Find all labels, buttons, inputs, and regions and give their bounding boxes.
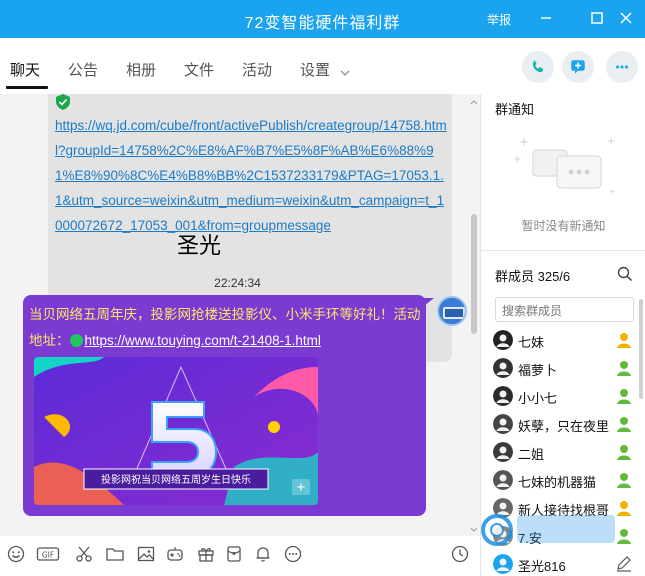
scroll-thumb[interactable] bbox=[471, 214, 477, 334]
tab-chat[interactable]: 聊天 bbox=[10, 59, 40, 80]
svg-text:+: + bbox=[607, 136, 615, 147]
banner-caption: 投影网祝当贝网络五周岁生日快乐 bbox=[101, 473, 251, 486]
tab-settings[interactable]: 设置 bbox=[300, 59, 350, 80]
scissors-icon[interactable] bbox=[74, 544, 94, 564]
member-search-input[interactable]: 搜索群成员 bbox=[495, 297, 634, 322]
member-level-icon bbox=[614, 470, 634, 490]
tab-announcement[interactable]: 公告 bbox=[68, 59, 98, 80]
group-side-panel: 群通知 + + + + 暂时没有新通知 群成员 325/6 搜索群成员 七妹福萝… bbox=[480, 94, 645, 576]
member-avatar bbox=[493, 554, 513, 574]
svg-text:+: + bbox=[296, 480, 306, 494]
tab-settings-label: 设置 bbox=[300, 62, 331, 79]
chevron-down-icon bbox=[340, 63, 350, 80]
edit-icon[interactable] bbox=[614, 554, 634, 574]
member-item[interactable]: 七妹的机器猫 bbox=[493, 468, 643, 496]
member-name: 圣光816 bbox=[518, 559, 566, 574]
verified-icon bbox=[69, 333, 83, 347]
member-list-scrollbar[interactable] bbox=[639, 299, 643, 399]
svg-text:+: + bbox=[513, 154, 521, 165]
svg-text:GIF: GIF bbox=[42, 551, 54, 560]
active-tab-indicator bbox=[6, 86, 48, 89]
message-link[interactable]: https://wq.jd.com/cube/front/activePubli… bbox=[55, 113, 447, 238]
gif-icon[interactable]: GIF bbox=[36, 544, 60, 564]
bubble-tail bbox=[424, 298, 434, 306]
folder-icon[interactable] bbox=[105, 544, 125, 564]
maximize-icon[interactable] bbox=[587, 8, 607, 28]
tab-activity[interactable]: 活动 bbox=[242, 59, 272, 80]
game-controller-icon[interactable] bbox=[165, 544, 185, 564]
message-plus-icon bbox=[571, 60, 585, 74]
bell-icon[interactable] bbox=[253, 544, 273, 564]
promo-message: 当贝网络五周年庆，投影网抢楼送投影仪、小米手环等好礼！活动地址： https://… bbox=[29, 302, 424, 354]
more-icon bbox=[616, 65, 628, 69]
member-level-icon bbox=[614, 414, 634, 434]
member-level-icon bbox=[614, 358, 634, 378]
chat-scrollbar[interactable] bbox=[470, 94, 478, 534]
member-avatar bbox=[493, 358, 513, 378]
member-avatar bbox=[493, 330, 513, 350]
promo-banner-image[interactable]: 投影网祝当贝网络五周岁生日快乐 + bbox=[34, 357, 318, 505]
add-message-button[interactable] bbox=[562, 51, 594, 83]
member-name: 二姐 bbox=[518, 447, 545, 462]
member-level-icon bbox=[614, 386, 634, 406]
minimize-icon[interactable] bbox=[536, 8, 556, 28]
more-options-icon[interactable] bbox=[283, 544, 303, 564]
report-button[interactable]: 举报 bbox=[487, 11, 511, 28]
notice-empty-text: 暂时没有新通知 bbox=[521, 219, 606, 233]
group-notice-title: 群通知 bbox=[495, 102, 535, 117]
member-name: 七妹的机器猫 bbox=[518, 475, 597, 490]
member-avatar bbox=[493, 442, 513, 462]
member-name: 福萝卜 bbox=[518, 363, 558, 378]
phone-icon bbox=[532, 60, 544, 73]
member-item[interactable]: 二姐 bbox=[493, 440, 643, 468]
tab-album[interactable]: 相册 bbox=[126, 59, 156, 80]
shield-check-icon bbox=[56, 94, 70, 110]
sender-avatar[interactable] bbox=[437, 296, 467, 326]
watermark-logo bbox=[473, 505, 623, 555]
tab-bar: 聊天 公告 相册 文件 活动 设置 bbox=[0, 38, 645, 94]
phone-call-button[interactable] bbox=[522, 51, 554, 83]
member-item[interactable]: 妖孽，只在夜里出没 bbox=[493, 412, 643, 440]
member-avatar bbox=[493, 414, 513, 434]
history-clock-icon[interactable] bbox=[450, 544, 470, 564]
image-icon[interactable] bbox=[136, 544, 156, 564]
divider bbox=[481, 250, 645, 251]
member-item[interactable]: 圣光816 bbox=[493, 552, 643, 576]
emoji-icon[interactable] bbox=[6, 544, 26, 564]
empty-notice-illustration: + + + + bbox=[511, 132, 621, 202]
members-count-title: 群成员 325/6 bbox=[495, 269, 571, 284]
svg-text:+: + bbox=[519, 135, 529, 149]
promo-link[interactable]: https://www.touying.com/t-21408-1.html bbox=[85, 333, 321, 348]
member-item[interactable]: 福萝卜 bbox=[493, 356, 643, 384]
gift-icon[interactable] bbox=[196, 544, 216, 564]
scroll-up-icon[interactable] bbox=[470, 94, 478, 105]
member-name: 七妹 bbox=[518, 335, 545, 350]
member-item[interactable]: 小小七 bbox=[493, 384, 643, 412]
tab-files[interactable]: 文件 bbox=[184, 59, 214, 80]
member-avatar bbox=[493, 470, 513, 490]
more-button[interactable] bbox=[606, 51, 638, 83]
member-name: 妖孽，只在夜里出没 bbox=[518, 419, 610, 434]
input-toolbar: GIF bbox=[0, 536, 480, 576]
sender-name-overlay: 圣光 bbox=[177, 234, 222, 259]
close-icon[interactable] bbox=[616, 8, 636, 28]
member-level-icon bbox=[614, 330, 634, 350]
svg-text:+: + bbox=[609, 187, 616, 196]
red-packet-icon[interactable] bbox=[224, 544, 244, 564]
member-avatar bbox=[493, 386, 513, 406]
chat-message-area[interactable]: https://wq.jd.com/cube/front/activePubli… bbox=[0, 94, 480, 536]
title-bar: 72变智能硬件福利群 举报 bbox=[0, 0, 645, 38]
message-timestamp: 22:24:34 bbox=[214, 276, 261, 290]
member-level-icon bbox=[614, 442, 634, 462]
search-icon[interactable] bbox=[617, 266, 633, 282]
member-item[interactable]: 七妹 bbox=[493, 328, 643, 356]
member-name: 小小七 bbox=[518, 391, 558, 406]
